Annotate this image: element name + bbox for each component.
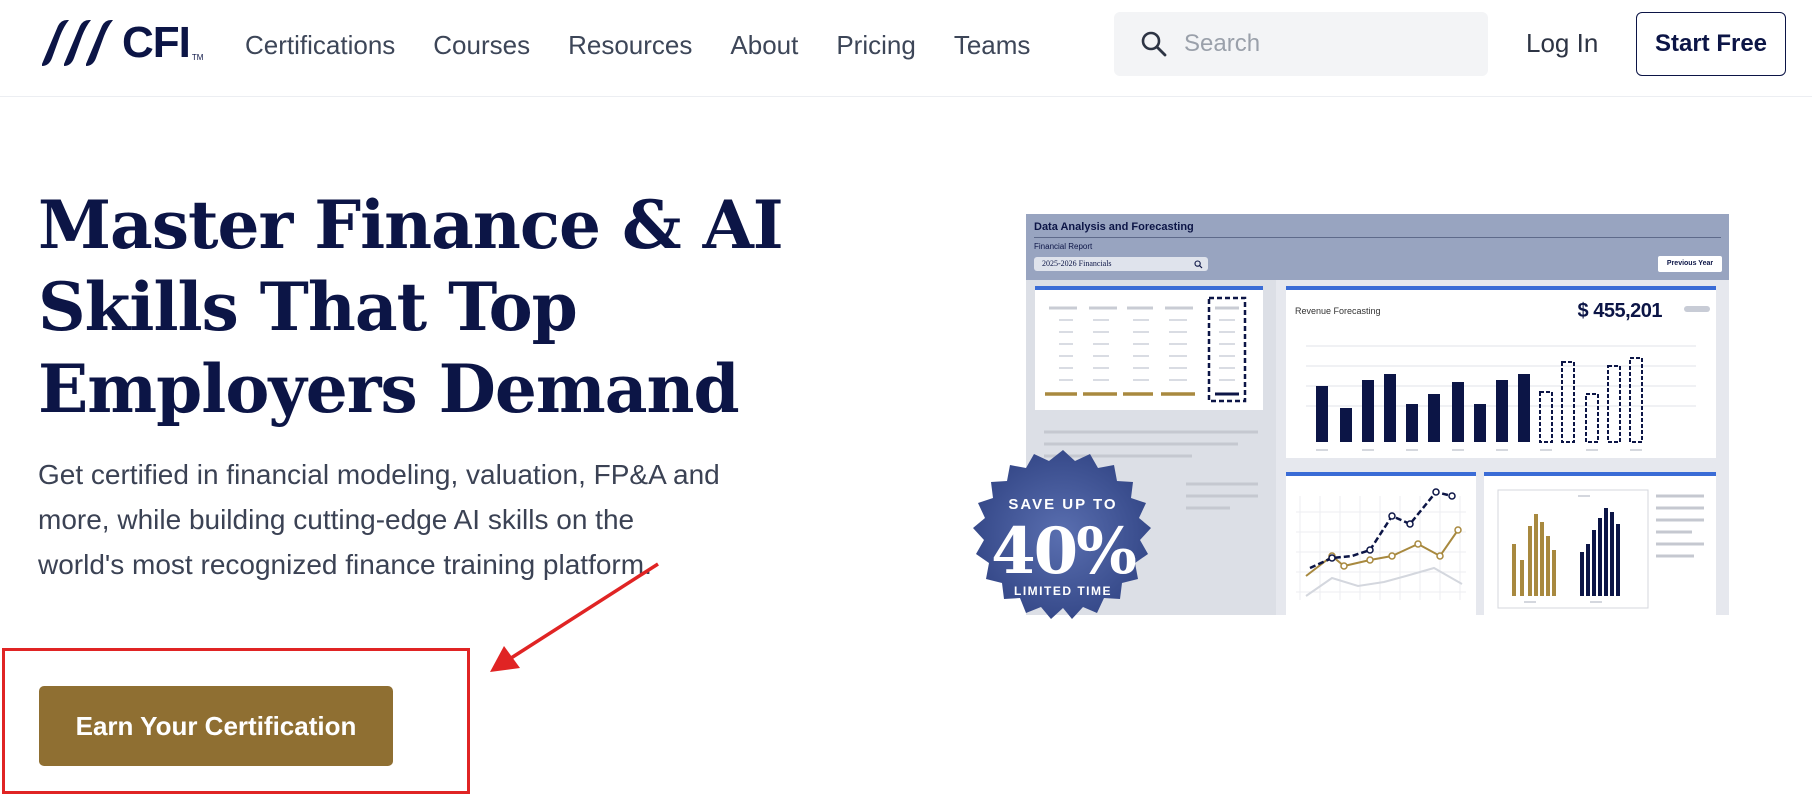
nav-courses[interactable]: Courses (433, 28, 530, 62)
logo-trademark: TM (191, 52, 204, 62)
badge-limited-text: LIMITED TIME (1014, 584, 1112, 598)
nav-teams[interactable]: Teams (954, 28, 1031, 62)
headline-line-2: Skills That Top (38, 268, 578, 346)
table-panel (1035, 286, 1263, 410)
revenue-panel: Revenue Forecasting $ 455,201 (1286, 286, 1716, 458)
dashboard-divider (1034, 237, 1721, 238)
main-nav: Certifications Courses Resources About P… (245, 28, 1068, 62)
site-header: CFI TM Certifications Courses Resources … (0, 0, 1812, 97)
annotation-arrow-icon (490, 562, 659, 672)
headline-line-1: Master Finance & AI (38, 186, 784, 264)
comparison-panel (1484, 472, 1716, 615)
trend-panel (1286, 472, 1476, 615)
nav-pricing[interactable]: Pricing (836, 28, 915, 62)
dashboard-header: Data Analysis and Forecasting Financial … (1026, 214, 1729, 280)
discount-badge: SAVE UP TO 40% LIMITED TIME (964, 448, 1162, 646)
headline-line-3: Employers Demand (38, 350, 740, 428)
badge-save-text: SAVE UP TO (1008, 496, 1118, 513)
nav-about[interactable]: About (730, 28, 798, 62)
login-link[interactable]: Log In (1526, 28, 1598, 59)
nav-resources[interactable]: Resources (568, 28, 692, 62)
comparison-bars-graphic (1497, 489, 1704, 609)
revenue-bar-graphic (1306, 345, 1696, 451)
previous-year-button: Previous Year (1658, 256, 1722, 272)
search-input[interactable]: Search (1114, 12, 1488, 76)
table-rows-graphic (1045, 296, 1247, 403)
trend-line-graphic (1296, 488, 1466, 600)
start-free-button[interactable]: Start Free (1636, 12, 1786, 76)
dashboard-title: Data Analysis and Forecasting (1034, 221, 1194, 233)
logo-slashes-icon (42, 20, 113, 66)
cfi-logo[interactable]: CFI TM (38, 18, 203, 68)
select-search-icon (1194, 260, 1203, 269)
dashboard-subtitle: Financial Report (1034, 242, 1093, 251)
nav-certifications[interactable]: Certifications (245, 28, 395, 62)
search-icon (1141, 31, 1167, 57)
search-placeholder: Search (1184, 30, 1261, 57)
hero-headline: Master Finance & AI Skills That Top Empl… (38, 184, 798, 430)
logo-text: CFI (122, 18, 191, 67)
financials-select: 2025-2026 Financials (1034, 257, 1208, 271)
earn-certification-button[interactable]: Earn Your Certification (39, 686, 393, 766)
badge-percent: 40% (991, 514, 1137, 589)
